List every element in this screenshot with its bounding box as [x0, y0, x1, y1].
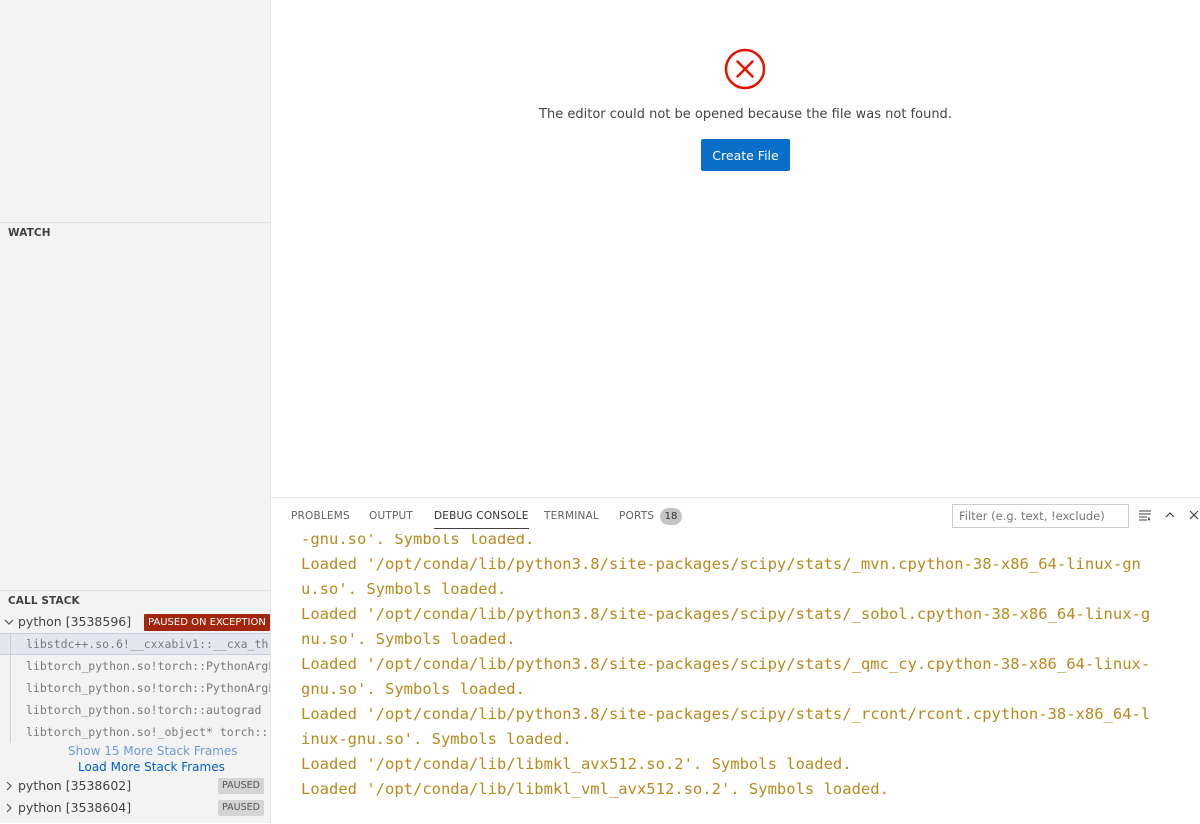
- indent-guide: [10, 677, 11, 699]
- console-line: u.so'. Symbols loaded.: [301, 580, 507, 598]
- load-more-frames-label: Load More Stack Frames: [78, 760, 225, 774]
- active-tab-underline: [434, 528, 529, 529]
- indent-guide: [10, 721, 11, 743]
- thread-row[interactable]: python [3538596] PAUSED ON EXCEPTION: [0, 611, 270, 633]
- console-line: Loaded '/opt/conda/lib/python3.8/site-pa…: [301, 555, 1141, 573]
- tab-label: PROBLEMS: [291, 510, 350, 522]
- stack-frame-label: libtorch_python.so!torch::autograd: [26, 703, 262, 717]
- bottom-panel: PROBLEMS OUTPUT DEBUG CONSOLE TERMINAL P…: [271, 497, 1200, 824]
- chevron-right-icon[interactable]: [3, 797, 15, 821]
- stack-frame-label: libstdc++.so.6!__cxxabiv1::__cxa_throw: [26, 637, 270, 651]
- error-icon: [724, 48, 766, 90]
- thread-row[interactable]: python [3538602] PAUSED: [0, 775, 270, 797]
- close-icon[interactable]: [1185, 506, 1200, 524]
- console-line: Loaded '/opt/conda/lib/python3.8/site-pa…: [301, 655, 1151, 673]
- thread-name: python [3538596]: [18, 614, 132, 629]
- tab-output[interactable]: OUTPUT: [369, 498, 413, 534]
- watch-section-header[interactable]: WATCH: [0, 222, 270, 244]
- indent-guide: [10, 634, 11, 654]
- tab-debug-console[interactable]: DEBUG CONSOLE: [434, 498, 529, 534]
- console-filter-input[interactable]: [952, 504, 1129, 528]
- console-line: Loaded '/opt/conda/lib/python3.8/site-pa…: [301, 705, 1151, 723]
- debug-console-output[interactable]: -gnu.so'. Symbols loaded. Loaded '/opt/c…: [271, 534, 1200, 824]
- stack-frame-row[interactable]: libtorch_python.so!_object* torch::: [0, 721, 270, 743]
- tab-label: OUTPUT: [369, 510, 413, 522]
- tab-terminal[interactable]: TERMINAL: [544, 498, 599, 534]
- stack-frame-row[interactable]: libstdc++.so.6!__cxxabiv1::__cxa_throw: [0, 633, 270, 655]
- stack-frame-row[interactable]: libtorch_python.so!torch::PythonArgParse…: [0, 677, 270, 699]
- stack-frame-label: libtorch_python.so!torch::PythonArgParse…: [26, 681, 270, 695]
- thread-row[interactable]: python [3538604] PAUSED: [0, 797, 270, 819]
- tab-problems[interactable]: PROBLEMS: [291, 498, 350, 534]
- paused-badge: PAUSED: [218, 778, 264, 794]
- chevron-up-icon[interactable]: [1161, 506, 1179, 524]
- console-line: inux-gnu.so'. Symbols loaded.: [301, 730, 572, 748]
- stack-frame-label: libtorch_python.so!_object* torch::: [26, 725, 269, 739]
- paused-on-exception-badge: PAUSED ON EXCEPTION: [144, 614, 270, 631]
- indent-guide: [10, 655, 11, 677]
- panel-tabs: PROBLEMS OUTPUT DEBUG CONSOLE TERMINAL P…: [271, 498, 1200, 534]
- tab-label: TERMINAL: [544, 510, 599, 522]
- stack-frame-row[interactable]: libtorch_python.so!torch::autograd: [0, 699, 270, 721]
- indent-guide: [10, 699, 11, 721]
- thread-name: python [3538604]: [18, 800, 132, 815]
- console-line: -gnu.so'. Symbols loaded.: [301, 534, 535, 548]
- thread-name: python [3538602]: [18, 778, 132, 793]
- show-more-frames-label: Show 15 More Stack Frames: [68, 744, 238, 758]
- console-line: Loaded '/opt/conda/lib/python3.8/site-pa…: [301, 605, 1151, 623]
- chevron-down-icon[interactable]: [3, 611, 15, 635]
- tab-label: PORTS: [619, 510, 655, 522]
- stack-frame-row[interactable]: libtorch_python.so!torch::PythonArgParse…: [0, 655, 270, 677]
- callstack-section-header[interactable]: CALL STACK: [0, 590, 270, 612]
- debug-sidebar: WATCH CALL STACK python [3538596] PAUSED…: [0, 0, 271, 823]
- ports-count-badge: 18: [660, 508, 682, 525]
- word-wrap-icon[interactable]: [1136, 506, 1154, 524]
- tab-label: DEBUG CONSOLE: [434, 510, 529, 522]
- paused-badge: PAUSED: [218, 800, 264, 816]
- create-file-button[interactable]: Create File: [701, 139, 790, 171]
- stack-frame-label: libtorch_python.so!torch::PythonArgParse…: [26, 659, 270, 673]
- console-line: Loaded '/opt/conda/lib/libmkl_vml_avx512…: [301, 780, 889, 798]
- chevron-right-icon[interactable]: [3, 775, 15, 799]
- console-line: Loaded '/opt/conda/lib/libmkl_avx512.so.…: [301, 755, 852, 773]
- console-line: nu.so'. Symbols loaded.: [301, 630, 516, 648]
- tab-ports[interactable]: PORTS: [619, 498, 654, 534]
- console-line: gnu.so'. Symbols loaded.: [301, 680, 525, 698]
- editor-error-message: The editor could not be opened because t…: [539, 107, 952, 122]
- editor-area: The editor could not be opened because t…: [271, 0, 1200, 497]
